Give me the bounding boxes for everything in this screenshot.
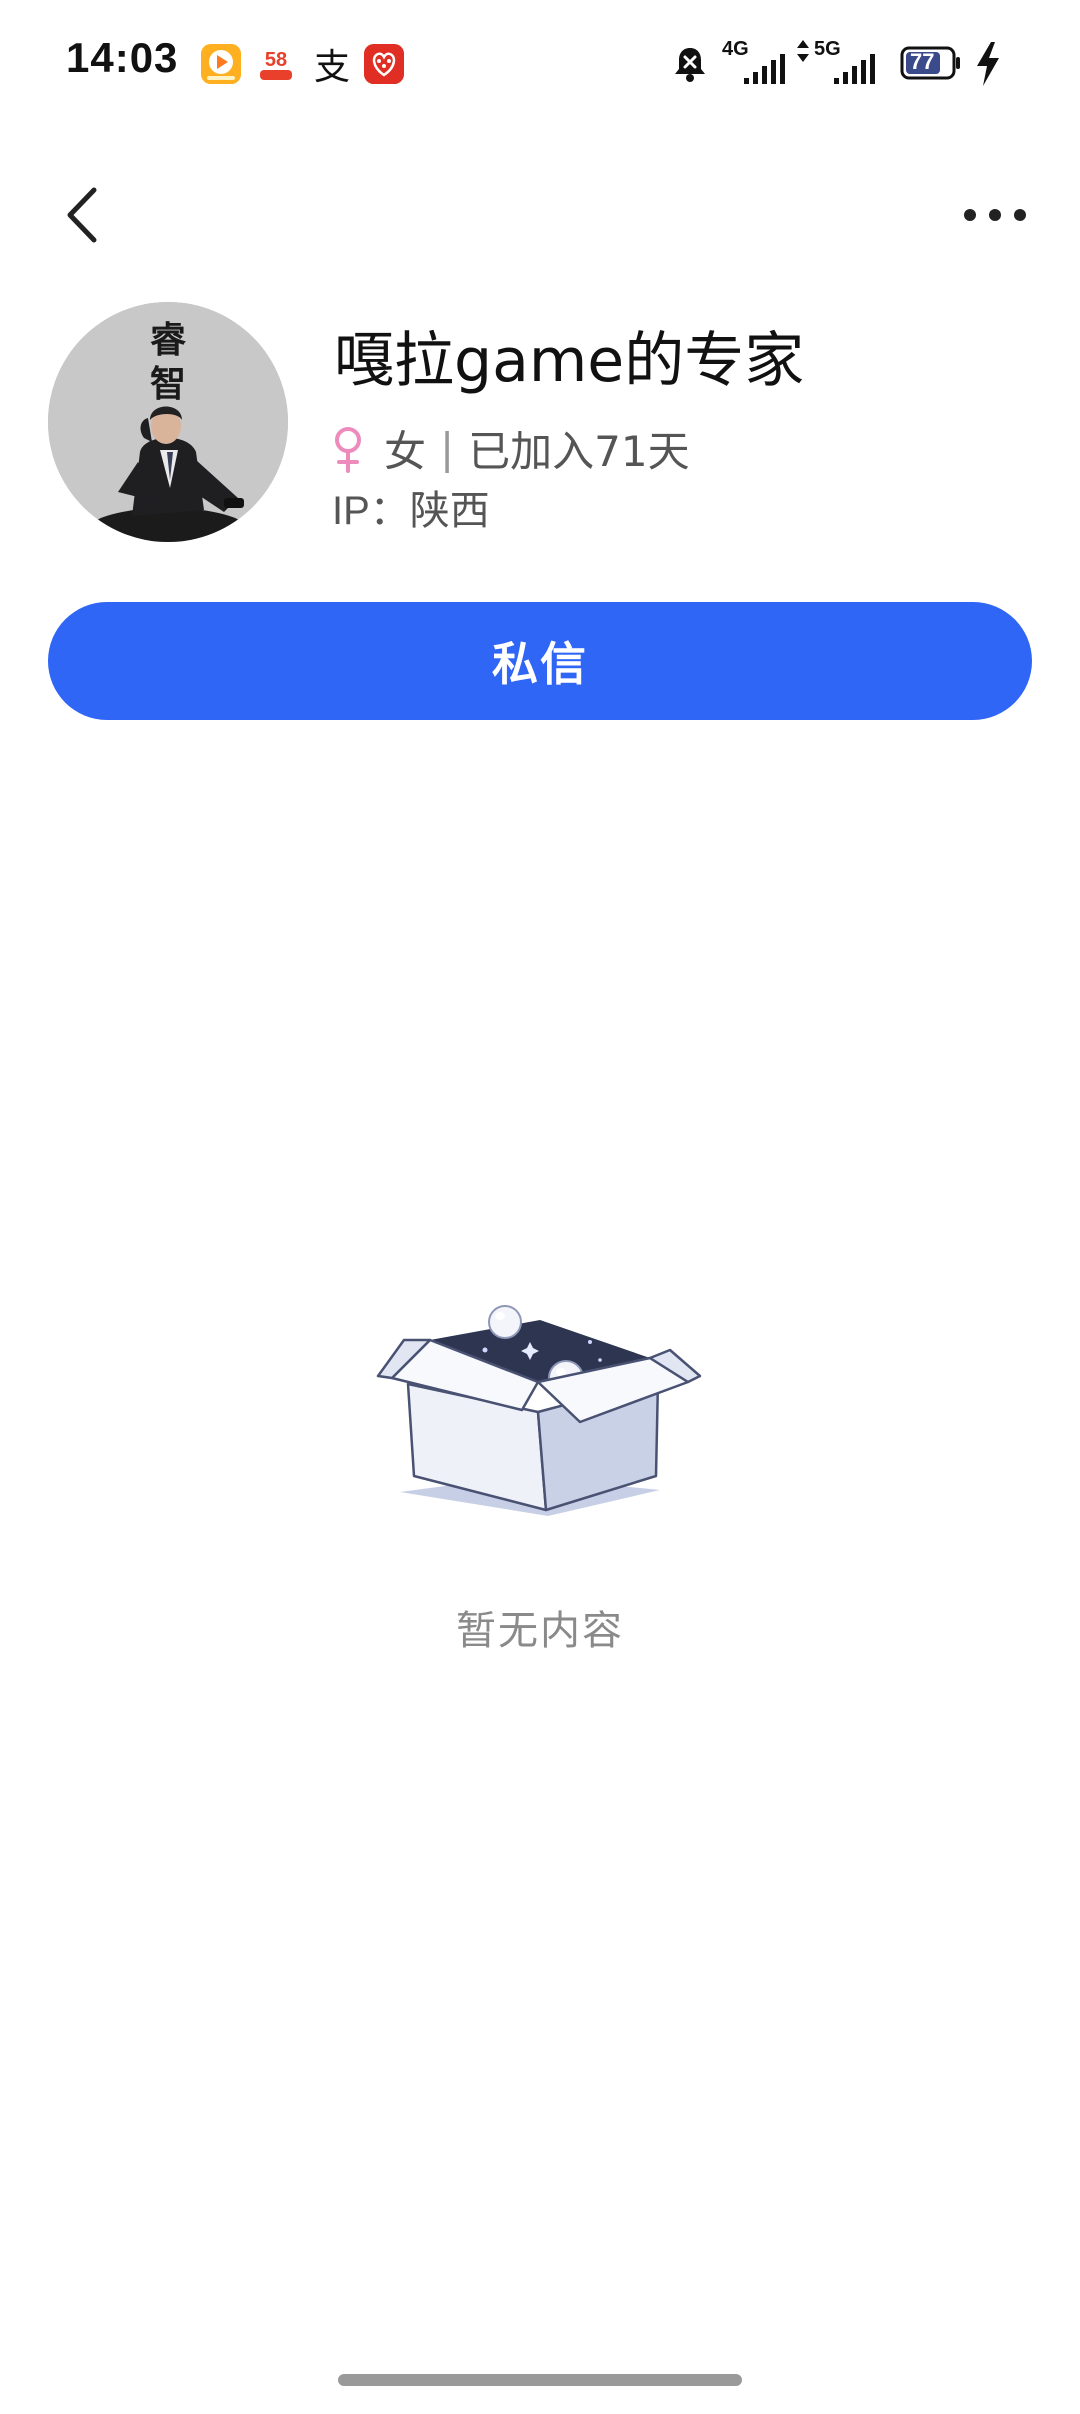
female-icon bbox=[335, 426, 361, 473]
signal-bars-icon bbox=[834, 54, 875, 84]
home-indicator[interactable] bbox=[338, 2374, 742, 2386]
battery-icon: 77 bbox=[900, 46, 962, 80]
avatar[interactable]: 睿智 bbox=[48, 302, 288, 542]
gender-label: 女 bbox=[384, 427, 427, 476]
svg-text:58: 58 bbox=[265, 49, 287, 71]
profile-nickname: 嘎拉game的专家 bbox=[334, 326, 805, 396]
joined-days: 已加入71天 bbox=[468, 427, 690, 476]
status-time: 14:03 bbox=[66, 34, 179, 81]
data-arrows-icon bbox=[797, 40, 809, 62]
network-5g-indicator: 5G bbox=[796, 38, 880, 88]
network-4g-indicator: 4G bbox=[722, 38, 792, 88]
meta-separator: | bbox=[440, 424, 455, 473]
58-app-icon: 58 bbox=[256, 44, 296, 84]
alipay-icon: 支 bbox=[313, 47, 350, 88]
profile-screen: 14:03 58 支 4G 5G 77 睿智 嘎拉game的专家 女 | 已加入… bbox=[0, 0, 1080, 2414]
avatar-caption: 睿智 bbox=[149, 319, 186, 405]
ip-value: 陕西 bbox=[409, 489, 490, 533]
pinduoduo-icon bbox=[364, 44, 404, 84]
private-message-button[interactable]: 私信 bbox=[48, 602, 1032, 720]
empty-box-illustration bbox=[376, 1305, 702, 1516]
chevron-left-icon bbox=[67, 187, 97, 243]
ip-label: IP： bbox=[332, 489, 410, 533]
empty-state-text: 暂无内容 bbox=[456, 1608, 624, 1654]
signal-bars-icon bbox=[744, 54, 785, 84]
more-button[interactable] bbox=[960, 195, 1030, 235]
ip-location: IP：陕西 bbox=[332, 478, 490, 536]
back-button[interactable] bbox=[56, 180, 116, 250]
charging-bolt-icon bbox=[977, 42, 999, 86]
more-horizontal-icon bbox=[964, 209, 1026, 221]
status-bar: 14:03 58 支 4G 5G 77 bbox=[0, 0, 1080, 130]
video-app-icon bbox=[201, 44, 241, 84]
mute-bell-icon bbox=[675, 48, 705, 82]
profile-meta: 女 | 已加入71天 bbox=[330, 418, 690, 479]
